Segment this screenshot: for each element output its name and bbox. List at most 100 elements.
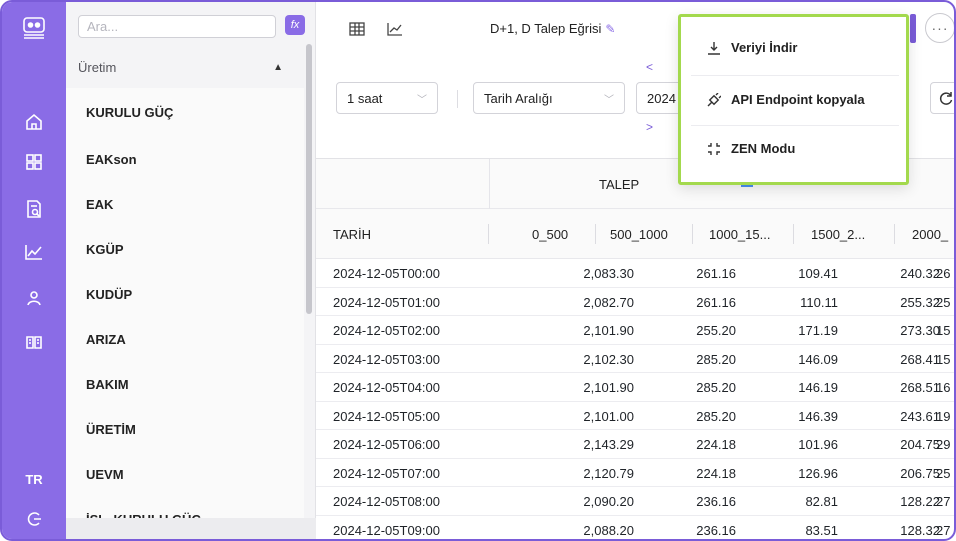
menu-item-zen[interactable]: ZEN Modu bbox=[707, 141, 795, 156]
sidebar: Ara... fx Üretim ▲ KURULU GÜÇ EAKson EAK… bbox=[66, 2, 316, 539]
chevron-down-icon: ﹀ bbox=[604, 94, 614, 106]
user-icon[interactable] bbox=[2, 286, 66, 310]
cell-value: 268.51 bbox=[900, 380, 940, 395]
table-row[interactable]: 2024-12-05T05:00 2,101.00 285.20 146.39 243.… bbox=[316, 402, 954, 430]
logout-icon[interactable] bbox=[2, 508, 66, 530]
column-header[interactable]: 2000_ bbox=[912, 227, 948, 242]
language-switch[interactable]: TR bbox=[2, 469, 66, 489]
column-header[interactable]: 500_1000 bbox=[610, 227, 668, 242]
sidebar-item[interactable]: UEVM bbox=[66, 451, 304, 496]
cell-date: 2024-12-05T06:00 bbox=[333, 437, 440, 452]
chevron-down-icon: ﹀ bbox=[417, 94, 427, 106]
cell-value: 27 bbox=[936, 494, 951, 509]
next-date-button[interactable]: > bbox=[646, 120, 653, 134]
cell-date: 2024-12-05T07:00 bbox=[333, 465, 440, 481]
date-range-value: Tarih Aralığı bbox=[484, 90, 553, 106]
robot-logo-icon[interactable] bbox=[2, 12, 66, 42]
cell-value: 243.61 bbox=[900, 408, 940, 424]
sidebar-item[interactable]: KURULU GÜÇ bbox=[66, 88, 304, 136]
refresh-button[interactable] bbox=[930, 82, 954, 114]
cell-value: 206.75 bbox=[900, 465, 940, 481]
cell-value: 2,120.79 bbox=[583, 465, 634, 481]
cell-value: 15 bbox=[936, 351, 951, 367]
sidebar-item[interactable]: KGÜP bbox=[66, 226, 304, 271]
cell-value: 2,083.30 bbox=[583, 266, 634, 281]
column-header-tarih[interactable]: TARİH bbox=[333, 227, 371, 242]
cell-date: 2024-12-05T05:00 bbox=[333, 408, 440, 424]
sidebar-item[interactable]: EAKson bbox=[66, 136, 304, 181]
sidebar-item[interactable]: İSL. KURULU GÜÇ bbox=[66, 496, 304, 518]
cell-value: 27 bbox=[936, 522, 951, 538]
more-options-button[interactable]: ··· bbox=[925, 13, 954, 43]
column-divider[interactable] bbox=[894, 224, 895, 244]
data-table: TALEP TARİH 0_500 500_1000 1000_15... 15… bbox=[316, 158, 954, 540]
cell-value: 255.20 bbox=[696, 323, 736, 338]
cell-value: 255.32 bbox=[900, 294, 940, 310]
sidebar-item[interactable]: BAKIM bbox=[66, 361, 304, 406]
cell-value: 236.16 bbox=[696, 522, 736, 538]
sidebar-scrollbar[interactable] bbox=[306, 44, 312, 314]
table-row[interactable]: 2024-12-05T04:00 2,101.90 285.20 146.19 268.… bbox=[316, 373, 954, 402]
column-header[interactable]: 0_500 bbox=[532, 227, 568, 242]
interval-select[interactable]: 1 saat ﹀ bbox=[336, 82, 438, 114]
cell-date: 2024-12-05T03:00 bbox=[333, 351, 440, 367]
cell-value: 146.19 bbox=[798, 380, 838, 395]
date-range-select[interactable]: Tarih Aralığı ﹀ bbox=[473, 82, 625, 114]
cell-value: 2,088.20 bbox=[583, 522, 634, 538]
cell-value: 240.32 bbox=[900, 266, 940, 281]
cell-value: 25 bbox=[936, 294, 951, 310]
chart-title[interactable]: D+1, D Talep Eğrisi ✎ bbox=[490, 21, 615, 36]
cell-value: 16 bbox=[936, 380, 951, 395]
formula-button[interactable]: fx bbox=[285, 15, 305, 35]
prev-date-button[interactable]: < bbox=[646, 60, 653, 74]
cell-value: 285.20 bbox=[696, 408, 736, 424]
home-icon[interactable] bbox=[2, 110, 66, 134]
table-view-icon[interactable] bbox=[346, 18, 368, 40]
menu-divider bbox=[691, 125, 899, 126]
cell-value: 110.11 bbox=[800, 294, 838, 310]
table-row[interactable]: 2024-12-05T06:00 2,143.29 224.18 101.96 204.… bbox=[316, 430, 954, 459]
menu-item-download[interactable]: Veriyi İndir bbox=[707, 40, 797, 55]
cell-value: 15 bbox=[936, 323, 951, 338]
column-divider[interactable] bbox=[595, 224, 596, 244]
group-header[interactable]: Üretim ▲ bbox=[78, 57, 283, 77]
action-button-edge[interactable] bbox=[910, 14, 916, 43]
table-row[interactable]: 2024-12-05T07:00 2,120.79 224.18 126.96 206.… bbox=[316, 459, 954, 487]
sidebar-item[interactable]: KUDÜP bbox=[66, 271, 304, 316]
cell-value: 128.22 bbox=[900, 494, 940, 509]
nav-rail: TR bbox=[2, 2, 66, 539]
cell-value: 128.32 bbox=[900, 522, 940, 538]
menu-divider bbox=[691, 75, 899, 76]
dashboard-grid-icon[interactable] bbox=[2, 150, 66, 174]
menu-item-label: ZEN Modu bbox=[731, 141, 796, 156]
table-row[interactable]: 2024-12-05T09:00 2,088.20 236.16 83.51 128.3… bbox=[316, 516, 954, 540]
table-row[interactable]: 2024-12-05T08:00 2,090.20 236.16 82.81 128.2… bbox=[316, 487, 954, 516]
column-header[interactable]: 1000_15... bbox=[709, 227, 770, 242]
table-row[interactable]: 2024-12-05T03:00 2,102.30 285.20 146.09 268.… bbox=[316, 345, 954, 373]
edit-pencil-icon[interactable]: ✎ bbox=[605, 22, 615, 36]
chart-view-icon[interactable] bbox=[384, 18, 406, 40]
cell-value: 285.20 bbox=[696, 380, 736, 395]
menu-item-copy-api[interactable]: API Endpoint kopyala bbox=[707, 92, 865, 107]
sidebar-item[interactable]: EAK bbox=[66, 181, 304, 226]
line-chart-icon[interactable] bbox=[2, 240, 66, 264]
book-icon[interactable] bbox=[2, 330, 66, 354]
column-divider[interactable] bbox=[488, 224, 489, 244]
cell-value: 2,090.20 bbox=[583, 494, 634, 509]
sidebar-item[interactable]: ÜRETİM bbox=[66, 406, 304, 451]
sidebar-item[interactable]: ARIZA bbox=[66, 316, 304, 361]
column-divider[interactable] bbox=[793, 224, 794, 244]
table-row[interactable]: 2024-12-05T01:00 2,082.70 261.16 110.11 255.… bbox=[316, 288, 954, 316]
column-header[interactable]: 1500_2... bbox=[811, 227, 865, 242]
cell-date: 2024-12-05T04:00 bbox=[333, 380, 440, 395]
report-search-icon[interactable] bbox=[2, 197, 66, 221]
cell-value: 2,082.70 bbox=[583, 294, 634, 310]
app-window: TR Ara... fx Üretim ▲ KURULU GÜÇ EAKson … bbox=[0, 0, 956, 541]
cell-value: 2,101.00 bbox=[583, 408, 634, 424]
table-row[interactable]: 2024-12-05T00:00 2,083.30 261.16 109.41 240.… bbox=[316, 259, 954, 288]
search-input[interactable]: Ara... bbox=[78, 15, 276, 38]
table-row[interactable]: 2024-12-05T02:00 2,101.90 255.20 171.19 273.… bbox=[316, 316, 954, 345]
cell-date: 2024-12-05T00:00 bbox=[333, 266, 440, 281]
table-column-header: TARİH 0_500 500_1000 1000_15... 1500_2..… bbox=[316, 209, 954, 259]
column-divider[interactable] bbox=[692, 224, 693, 244]
